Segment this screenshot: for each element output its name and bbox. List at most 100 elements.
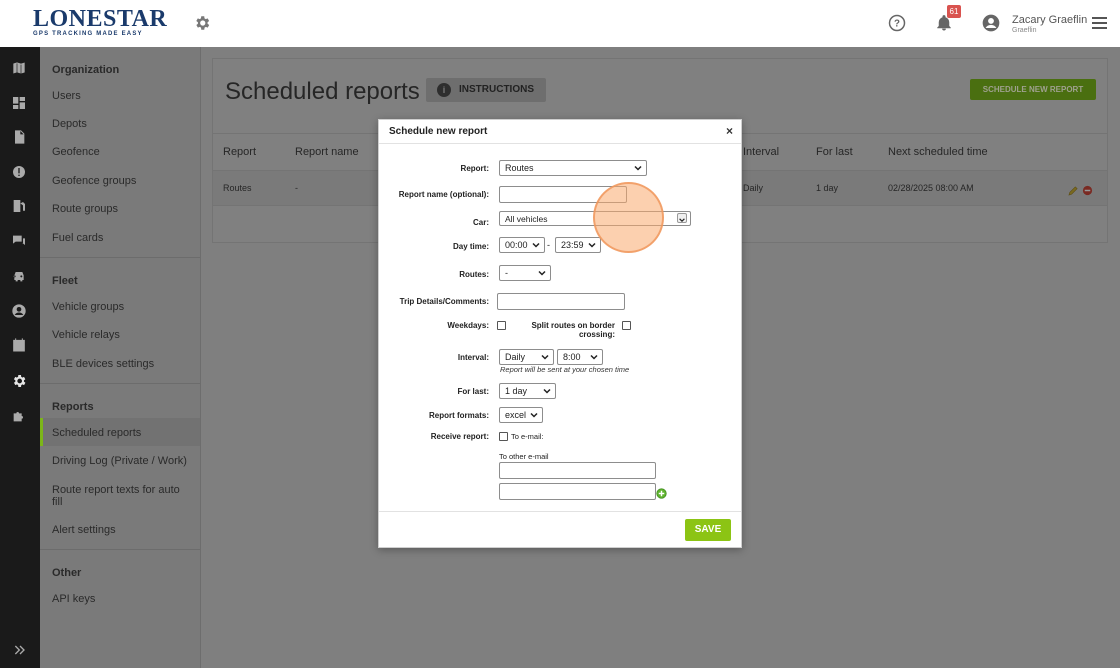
report-label: Report: <box>460 164 489 173</box>
chat-icon[interactable] <box>11 233 29 251</box>
modal-title: Schedule new report <box>389 126 488 137</box>
sidebar-item-alert-settings[interactable]: Alert settings <box>52 524 192 536</box>
click-highlight <box>593 182 664 253</box>
sidebar-item-depots[interactable]: Depots <box>52 118 192 130</box>
sidebar-item-driving-log[interactable]: Driving Log (Private / Work) <box>52 455 192 467</box>
sidebar-item-api-keys[interactable]: API keys <box>52 593 192 605</box>
add-email-icon[interactable] <box>656 486 667 499</box>
svg-text:?: ? <box>894 18 900 29</box>
routes-select[interactable]: - <box>499 265 551 281</box>
fuel-icon[interactable] <box>11 198 29 216</box>
page-title: Scheduled reports <box>225 78 420 105</box>
cell-for-last: 1 day <box>816 183 839 193</box>
document-icon[interactable] <box>11 129 29 147</box>
split-routes-checkbox[interactable] <box>622 321 631 330</box>
column-header-next-scheduled-time[interactable]: Next scheduled time <box>888 146 988 158</box>
sidebar-divider <box>40 257 200 258</box>
cell-interval: Daily <box>743 183 764 193</box>
info-icon: i <box>437 83 451 97</box>
report-select-value: Routes <box>505 163 534 173</box>
sidebar-item-vehicle-groups[interactable]: Vehicle groups <box>52 301 192 313</box>
sidebar-item-route-report-texts[interactable]: Route report texts for auto fill <box>52 484 192 508</box>
routes-label: Routes: <box>459 270 489 279</box>
settings-icon[interactable] <box>11 373 29 391</box>
modal-header: Schedule new report × <box>379 120 741 144</box>
for-last-select-value: 1 day <box>505 386 528 396</box>
sidebar-item-scheduled-reports[interactable]: Scheduled reports <box>52 427 192 439</box>
alert-icon[interactable] <box>11 164 29 182</box>
to-email-checkbox[interactable] <box>499 432 508 441</box>
delete-icon[interactable] <box>1082 183 1093 196</box>
report-formats-select[interactable]: excel <box>499 407 543 423</box>
settings-sidebar: Organization Users Depots Geofence Geofe… <box>40 47 201 668</box>
instructions-button[interactable]: i INSTRUCTIONS <box>426 78 546 102</box>
column-header-report-name[interactable]: Report name <box>295 146 359 158</box>
trip-details-label: Trip Details/Comments: <box>399 297 489 306</box>
time-to-select[interactable]: 23:59 <box>555 237 601 253</box>
dashboard-icon[interactable] <box>11 95 29 113</box>
report-formats-value: excel <box>505 410 527 420</box>
column-header-report[interactable]: Report <box>223 146 256 158</box>
for-last-select[interactable]: 1 day <box>499 383 556 399</box>
interval-time-select[interactable]: 8:00 <box>557 349 603 365</box>
interval-label: Interval: <box>457 353 489 362</box>
sidebar-item-route-groups[interactable]: Route groups <box>52 203 192 215</box>
instructions-label: INSTRUCTIONS <box>459 84 534 95</box>
user-avatar-icon[interactable] <box>981 13 1001 33</box>
other-email-input-1[interactable] <box>499 462 656 479</box>
sidebar-item-vehicle-relays[interactable]: Vehicle relays <box>52 329 192 341</box>
sidebar-item-users[interactable]: Users <box>52 90 192 102</box>
sidebar-section-fleet: Fleet <box>52 275 78 287</box>
column-header-for-last[interactable]: For last <box>816 146 853 158</box>
schedule-new-report-modal: Schedule new report × Report: Routes Rep… <box>378 119 742 548</box>
report-name-label: Report name (optional): <box>398 190 489 199</box>
sidebar-item-fuel-cards[interactable]: Fuel cards <box>52 232 192 244</box>
sidebar-item-ble-devices[interactable]: BLE devices settings <box>52 358 192 370</box>
edit-pencil-icon[interactable] <box>1068 183 1079 196</box>
sidebar-item-geofence[interactable]: Geofence <box>52 146 192 158</box>
sidebar-section-other: Other <box>52 567 82 579</box>
logo[interactable]: LONESTAR GPS TRACKING MADE EASY <box>33 6 168 39</box>
sidebar-section-reports: Reports <box>52 401 94 413</box>
chevron-down-icon <box>531 240 541 250</box>
schedule-new-report-button[interactable]: SCHEDULE NEW REPORT <box>970 79 1096 100</box>
notification-count-badge: 61 <box>947 5 961 18</box>
report-select[interactable]: Routes <box>499 160 647 176</box>
sidebar-item-geofence-groups[interactable]: Geofence groups <box>52 175 192 187</box>
menu-hamburger-icon[interactable] <box>1092 17 1107 29</box>
puzzle-icon[interactable] <box>11 408 29 426</box>
weekdays-checkbox[interactable] <box>497 321 506 330</box>
time-from-select[interactable]: 00:00 <box>499 237 545 253</box>
chevron-down-icon <box>529 410 539 420</box>
chevron-down-icon <box>677 213 687 223</box>
map-icon[interactable] <box>11 60 29 78</box>
logo-text: LONESTAR <box>33 6 168 32</box>
save-button[interactable]: SAVE <box>685 519 731 541</box>
user-company: Graeflin <box>1012 27 1037 34</box>
interval-select[interactable]: Daily <box>499 349 554 365</box>
trip-details-input[interactable] <box>497 293 625 310</box>
chevron-down-icon <box>587 240 597 250</box>
other-email-input-2[interactable] <box>499 483 656 500</box>
chevron-down-icon <box>540 352 550 362</box>
column-header-interval[interactable]: Interval <box>743 146 779 158</box>
user-name[interactable]: Zacary Graeflin <box>1012 14 1087 26</box>
day-time-label: Day time: <box>452 242 489 251</box>
cell-next-time: 02/28/2025 08:00 AM <box>888 183 974 193</box>
other-email-label: To other e-mail <box>499 452 549 461</box>
person-icon[interactable] <box>11 303 29 321</box>
cell-report-name: - <box>295 183 298 193</box>
car-icon[interactable] <box>11 268 29 286</box>
calendar-icon[interactable] <box>11 337 29 355</box>
modal-footer-divider <box>379 511 741 512</box>
expand-sidebar-icon[interactable] <box>12 642 28 658</box>
settings-gear-icon[interactable] <box>193 14 211 32</box>
to-email-label: To e-mail: <box>511 432 544 441</box>
interval-hint: Report will be sent at your chosen time <box>500 365 630 374</box>
help-icon[interactable]: ? <box>888 14 906 32</box>
weekdays-label: Weekdays: <box>447 321 489 330</box>
interval-time-value: 8:00 <box>563 352 581 362</box>
top-bar: LONESTAR GPS TRACKING MADE EASY ? 61 Zac… <box>0 0 1120 47</box>
close-icon[interactable]: × <box>726 124 733 138</box>
receive-report-label: Receive report: <box>430 432 489 441</box>
